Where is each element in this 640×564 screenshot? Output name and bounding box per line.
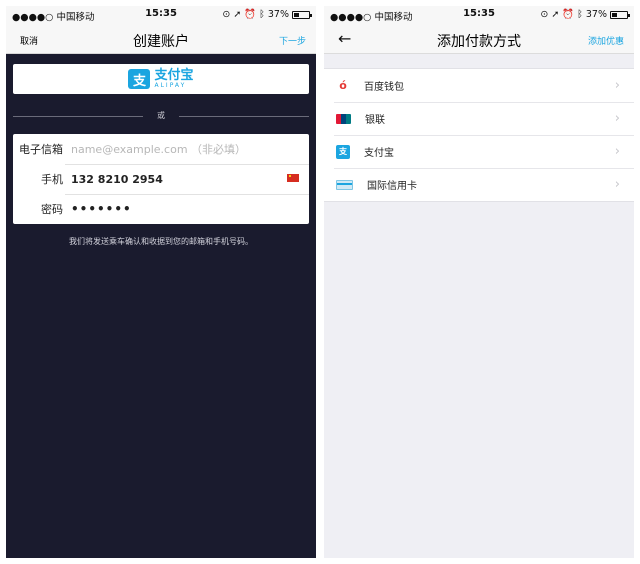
navigation-bar: ← 添加付款方式 添加优惠 — [324, 24, 634, 54]
payment-method-label: 银联 — [365, 115, 385, 126]
chevron-right-icon: › — [614, 111, 620, 126]
bluetooth-icon: ᛒ — [259, 9, 265, 20]
payment-method-list: ó 百度钱包 › 银联 › 支 支付宝 › 国际信用卡 › — [324, 68, 634, 202]
chevron-right-icon: › — [614, 177, 620, 192]
password-field[interactable]: ••••••• — [71, 202, 132, 216]
status-icons: ⊙ ➚ ⏰ ᛒ 37% — [222, 9, 312, 20]
password-label: 密码 — [41, 203, 63, 216]
email-field[interactable]: name@example.com （非必填） — [71, 141, 246, 157]
alipay-logo-icon: 支 — [128, 69, 151, 89]
chevron-right-icon: › — [614, 144, 620, 159]
alipay-name-en: ALIPAY — [154, 82, 187, 89]
create-account-screen: ●●●●○ 中国移动 15:35 ⊙ ➚ ⏰ ᛒ 37% 取消 创建账户 下一步… — [6, 6, 316, 558]
navigation-bar: 取消 创建账户 下一步 — [6, 24, 316, 54]
battery-icon — [610, 10, 630, 19]
payment-method-label: 国际信用卡 — [367, 181, 417, 192]
divider-line-right — [179, 116, 309, 117]
unionpay-icon — [336, 113, 351, 124]
lock-icon: ➚ — [551, 9, 560, 20]
payment-method-unionpay[interactable]: 银联 › — [324, 102, 634, 135]
add-promo-button[interactable]: 添加优惠 — [588, 34, 624, 47]
alarm-icon: ⏰ — [244, 9, 257, 20]
alipay-login-button[interactable]: 支 支付宝 ALIPAY — [13, 64, 309, 94]
battery-percent: 37% — [585, 9, 607, 20]
alipay-wordmark: 支付宝 ALIPAY — [154, 69, 193, 89]
alipay-name-cn: 支付宝 — [154, 68, 194, 83]
status-icons: ⊙ ➚ ⏰ ᛒ 37% — [540, 9, 630, 20]
bluetooth-icon: ᛒ — [577, 9, 583, 20]
status-bar: ●●●●○ 中国移动 15:35 ⊙ ➚ ⏰ ᛒ 37% — [6, 6, 316, 24]
battery-percent: 37% — [267, 9, 289, 20]
china-flag-icon[interactable] — [287, 174, 299, 182]
add-payment-screen: ●●●●○ 中国移动 15:35 ⊙ ➚ ⏰ ᛒ 37% ← 添加付款方式 添加… — [324, 6, 634, 558]
alipay-icon: 支 — [336, 144, 350, 159]
confirmation-notice: 我们将发送乘车确认和收据到您的邮箱和手机号码。 — [69, 237, 253, 246]
credit-card-icon — [336, 179, 353, 190]
battery-fill — [294, 12, 299, 17]
account-form: 电子信箱 name@example.com （非必填） 手机 132 8210 … — [13, 134, 309, 224]
payment-method-label: 支付宝 — [364, 148, 394, 159]
payment-method-baidu-wallet[interactable]: ó 百度钱包 › — [324, 69, 634, 102]
lock-icon: ➚ — [233, 9, 242, 20]
payment-method-label: 百度钱包 — [364, 82, 404, 93]
next-step-button[interactable]: 下一步 — [279, 34, 306, 47]
payment-method-credit-card[interactable]: 国际信用卡 › — [324, 168, 634, 201]
battery-fill — [612, 12, 617, 17]
location-icon: ⊙ — [222, 9, 231, 20]
email-row[interactable]: 电子信箱 name@example.com （非必填） — [13, 134, 309, 164]
alarm-icon: ⏰ — [562, 9, 575, 20]
phone-row[interactable]: 手机 132 8210 2954 — [13, 164, 309, 194]
battery-icon — [292, 10, 312, 19]
password-row[interactable]: 密码 ••••••• — [13, 194, 309, 224]
payment-method-alipay[interactable]: 支 支付宝 › — [324, 135, 634, 168]
phone-field[interactable]: 132 8210 2954 — [71, 173, 163, 186]
baidu-wallet-icon: ó — [336, 78, 350, 93]
or-divider: 或 — [13, 110, 309, 122]
phone-label: 手机 — [41, 173, 63, 186]
location-icon: ⊙ — [540, 9, 549, 20]
email-label: 电子信箱 — [19, 143, 63, 156]
status-bar: ●●●●○ 中国移动 15:35 ⊙ ➚ ⏰ ᛒ 37% — [324, 6, 634, 24]
chevron-right-icon: › — [614, 78, 620, 93]
page-title: 创建账户 — [133, 34, 189, 50]
